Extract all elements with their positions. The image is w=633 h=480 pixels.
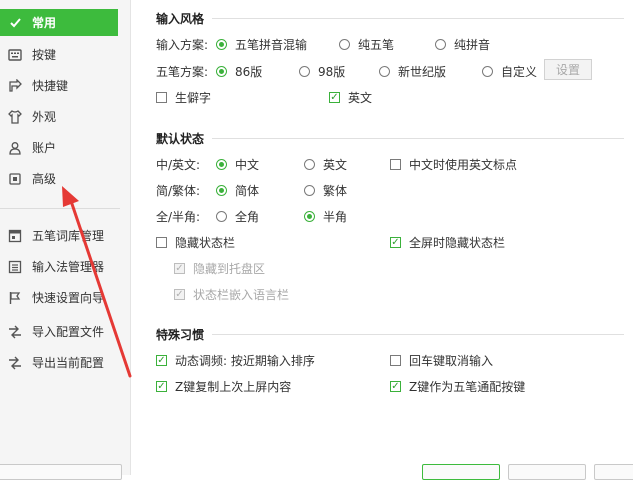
sidebar-item-label: 按键 — [32, 48, 57, 62]
input-scheme-label: 输入方案: — [156, 38, 209, 52]
sidebar-item-common[interactable]: 常用 — [0, 9, 118, 36]
sidebar-item-label: 快捷键 — [32, 79, 69, 93]
sidebar-item-label: 高级 — [32, 172, 57, 186]
sidebar-item-label: 五笔词库管理 — [32, 229, 105, 243]
ok-button[interactable] — [422, 464, 500, 480]
shirt-icon — [8, 109, 22, 124]
full-width-radio[interactable]: 全角 — [216, 208, 259, 225]
cn-radio[interactable]: 中文 — [216, 156, 259, 173]
sidebar-item-shortcuts[interactable]: 快捷键 — [0, 72, 68, 99]
sidebar-item-quick-wizard[interactable]: 快速设置向导 — [0, 284, 104, 311]
wubi-radio-86[interactable]: 86版 — [216, 63, 262, 80]
enter-cancel-input-checkbox[interactable]: 回车键取消输入 — [390, 352, 493, 369]
wubi-radio-98[interactable]: 98版 — [299, 63, 345, 80]
english-checkbox[interactable]: ✓ 英文 — [329, 89, 372, 106]
export-icon — [8, 356, 22, 370]
list-icon — [8, 260, 22, 274]
section-input-style: 输入风格 — [156, 10, 625, 27]
dynamic-frequency-checkbox[interactable]: ✓ 动态调频: 按近期输入排序 — [156, 352, 315, 369]
fullscreen-hide-status-checkbox[interactable]: ✓ 全屏时隐藏状态栏 — [390, 234, 505, 251]
advanced-icon — [8, 172, 22, 186]
hide-to-tray-checkbox[interactable]: ✓ 隐藏到托盘区 — [174, 260, 265, 277]
section-title: 输入风格 — [156, 12, 205, 26]
sidebar-item-export-config[interactable]: 导出当前配置 — [0, 349, 104, 376]
sidebar-item-label: 外观 — [32, 110, 57, 124]
checkmark-icon — [8, 16, 22, 30]
wubi-scheme-label: 五笔方案: — [156, 65, 209, 79]
section-title: 特殊习惯 — [156, 328, 205, 342]
embed-lang-bar-checkbox[interactable]: ✓ 状态栏嵌入语言栏 — [174, 286, 289, 303]
sidebar-item-label: 账户 — [32, 141, 57, 155]
import-icon — [8, 325, 22, 339]
dictionary-icon — [8, 229, 22, 243]
shortcut-icon — [8, 78, 22, 93]
restore-defaults-button[interactable] — [0, 464, 122, 480]
cancel-button[interactable] — [508, 464, 586, 480]
section-special-habits: 特殊习惯 — [156, 326, 625, 343]
sidebar-item-label: 输入法管理器 — [32, 260, 105, 274]
settings-button[interactable]: 设置 — [544, 59, 592, 80]
width-label: 全/半角: — [156, 210, 201, 224]
sidebar-item-wubi-dictionary[interactable]: 五笔词库管理 — [0, 222, 104, 249]
apply-button[interactable] — [594, 464, 633, 480]
scheme-radio-pure-wubi[interactable]: 纯五笔 — [339, 36, 394, 53]
sidebar-divider — [0, 208, 120, 209]
simp-trad-label: 简/繁体: — [156, 184, 201, 198]
scheme-radio-pure-pinyin[interactable]: 纯拼音 — [435, 36, 490, 53]
sidebar-item-import-config[interactable]: 导入配置文件 — [0, 318, 104, 345]
hide-status-bar-checkbox[interactable]: 隐藏状态栏 — [156, 234, 235, 251]
scheme-radio-mixed[interactable]: 五笔拼音混输 — [216, 36, 307, 53]
sidebar-item-label: 快速设置向导 — [32, 291, 105, 305]
sidebar-item-label: 常用 — [32, 16, 57, 30]
simplified-radio[interactable]: 简体 — [216, 182, 259, 199]
sidebar: 常用 按键 快捷键 外观 账户 高级 五笔词库管理 输入法管理器 快速设置向导 … — [0, 0, 131, 475]
section-default-state: 默认状态 — [156, 130, 625, 147]
user-icon — [8, 141, 22, 155]
sidebar-item-appearance[interactable]: 外观 — [0, 103, 56, 130]
en-radio[interactable]: 英文 — [304, 156, 347, 173]
sidebar-item-keys[interactable]: 按键 — [0, 41, 56, 68]
cn-en-label: 中/英文: — [156, 158, 201, 172]
half-width-radio[interactable]: 半角 — [304, 208, 347, 225]
traditional-radio[interactable]: 繁体 — [304, 182, 347, 199]
sidebar-item-ime-manager[interactable]: 输入法管理器 — [0, 253, 104, 280]
sidebar-item-label: 导入配置文件 — [32, 325, 105, 339]
sidebar-item-label: 导出当前配置 — [32, 356, 105, 370]
sidebar-item-advanced[interactable]: 高级 — [0, 165, 56, 192]
sidebar-item-account[interactable]: 账户 — [0, 134, 56, 161]
wubi-radio-new-century[interactable]: 新世纪版 — [379, 63, 446, 80]
z-copy-last-checkbox[interactable]: ✓ Z键复制上次上屏内容 — [156, 378, 291, 395]
flag-icon — [8, 291, 22, 305]
cn-use-en-punct-checkbox[interactable]: 中文时使用英文标点 — [390, 156, 517, 173]
keyboard-icon — [8, 48, 22, 62]
wubi-radio-custom[interactable]: 自定义 — [482, 63, 537, 80]
section-title: 默认状态 — [156, 132, 205, 146]
z-wildcard-checkbox[interactable]: ✓ Z键作为五笔通配按键 — [390, 378, 525, 395]
rare-chars-checkbox[interactable]: 生僻字 — [156, 89, 211, 106]
